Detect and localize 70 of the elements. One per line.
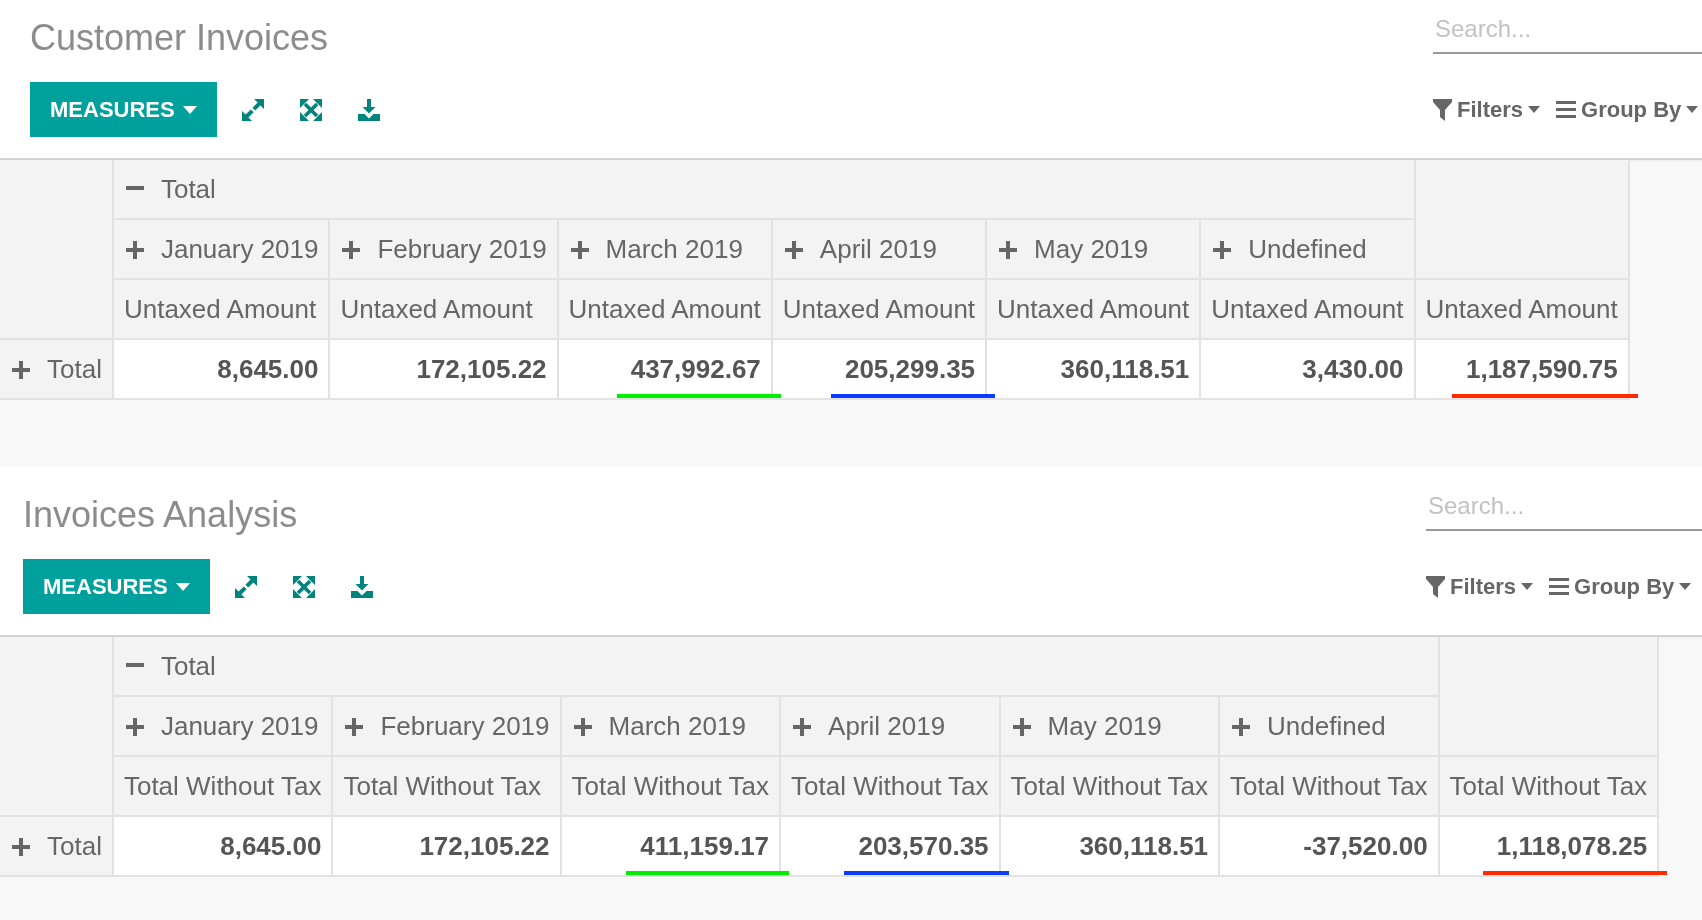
cell-value: 203,570.35 [858,831,989,861]
column-header[interactable]: May 2019 [999,696,1220,756]
measure-header[interactable]: Untaxed Amount [329,279,558,339]
caret-icon [182,105,197,114]
measure-header[interactable]: Total Without Tax [112,756,333,816]
cell-value: 360,118.51 [1079,831,1209,861]
measure-header[interactable]: Total Without Tax [1219,756,1439,816]
group-by-button[interactable]: Group By [1556,96,1699,123]
diagonal-arrows-icon[interactable] [241,98,264,121]
filters-button[interactable]: Filters [1426,573,1534,600]
column-header[interactable]: Total [112,637,1439,696]
measures-button[interactable]: MEASURES [30,82,217,137]
column-header[interactable]: February 2019 [332,696,561,756]
measure-header[interactable]: Total Without Tax [560,756,781,816]
search-field[interactable]: Search... [1426,491,1702,531]
page-title: Invoices Analysis [23,493,298,537]
column-header[interactable]: January 2019 [112,696,333,756]
cell-value: 172,105.22 [416,354,547,384]
column-header[interactable]: March 2019 [557,219,772,279]
cell-value: 360,118.51 [1060,354,1190,384]
caret-icon [1679,583,1692,590]
measure-header[interactable]: Total Without Tax [1438,756,1659,816]
cell-value: 3,430.00 [1302,354,1404,384]
measure-header[interactable]: Untaxed Amount [112,279,330,339]
column-header[interactable]: April 2019 [771,219,987,279]
download-icon[interactable] [350,575,373,598]
measure-header[interactable]: Total Without Tax [999,756,1220,816]
cell-value: 8,645.00 [220,831,322,861]
cell-value: 172,105.22 [419,831,550,861]
diagonal-arrows-icon[interactable] [234,575,257,598]
measures-button[interactable]: MEASURES [23,559,210,614]
column-header[interactable]: May 2019 [986,219,1201,279]
caret-icon [1528,106,1541,113]
caret-icon [1686,106,1699,113]
four-arrows-icon[interactable] [299,98,322,121]
download-icon[interactable] [357,98,380,121]
filter-icon [1433,98,1452,121]
cell-value: -37,520.00 [1303,831,1428,861]
caret-icon [1521,583,1534,590]
cell-value: 8,645.00 [217,354,319,384]
cell-value: 411,159.17 [640,831,770,861]
measure-header[interactable]: Untaxed Amount [1414,279,1629,339]
measure-header[interactable]: Untaxed Amount [1200,279,1415,339]
filters-button[interactable]: Filters [1433,96,1541,123]
column-header[interactable]: Undefined [1219,696,1439,756]
search-field[interactable]: Search... [1433,14,1702,54]
list-icon [1549,578,1570,595]
measure-header[interactable]: Untaxed Amount [557,279,772,339]
column-header[interactable]: April 2019 [780,696,1000,756]
row-header[interactable]: Total [0,816,113,876]
cell-value: 1,118,078.25 [1496,831,1648,861]
cell-value: 437,992.67 [630,354,761,384]
column-header[interactable]: March 2019 [560,696,781,756]
cell-value: 1,187,590.75 [1465,354,1618,384]
measure-header[interactable]: Untaxed Amount [771,279,987,339]
cell-value: 205,299.35 [844,354,976,384]
column-header[interactable]: Total [112,160,1415,219]
measure-header[interactable]: Total Without Tax [332,756,561,816]
caret-icon [175,582,190,591]
column-header[interactable]: Undefined [1200,219,1415,279]
row-header[interactable]: Total [0,339,113,399]
filter-icon [1426,575,1445,598]
measure-header[interactable]: Total Without Tax [780,756,1000,816]
list-icon [1556,101,1577,118]
four-arrows-icon[interactable] [292,575,315,598]
page-title: Customer Invoices [30,16,329,60]
group-by-button[interactable]: Group By [1549,573,1692,600]
column-header[interactable]: January 2019 [112,219,330,279]
measure-header[interactable]: Untaxed Amount [986,279,1201,339]
column-header[interactable]: February 2019 [329,219,558,279]
